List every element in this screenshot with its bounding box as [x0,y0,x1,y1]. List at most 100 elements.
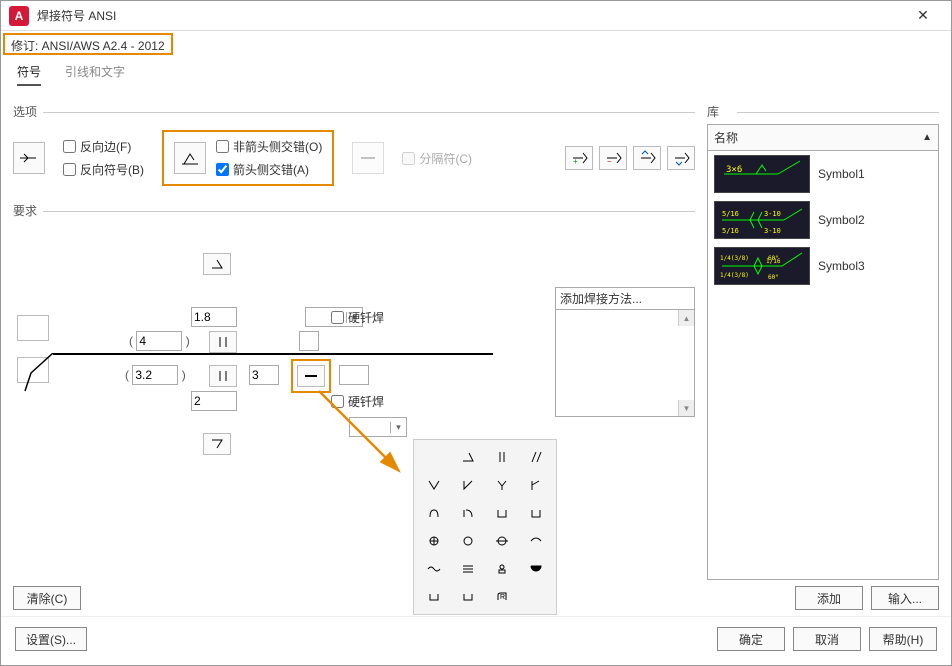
chk-braze-bottom[interactable]: 硬钎焊 [331,393,384,410]
sym-blank-last[interactable] [522,586,550,608]
sym-y[interactable] [488,474,516,496]
tail-up-button[interactable] [633,146,661,170]
combo-bottom[interactable]: ▾ [349,417,407,437]
settings-button[interactable]: 设置(S)... [15,627,87,651]
sym-parallel[interactable] [488,446,516,468]
library-item-name: Symbol1 [818,167,865,181]
spacer-icon[interactable] [352,142,384,174]
chk-braze-bottom-label: 硬钎焊 [348,393,384,410]
top-symbol-button[interactable] [203,253,231,275]
chk-stagger-other-label: 非箭头侧交错(O) [233,138,322,155]
sym-flare-bevel[interactable] [454,502,482,524]
sym-v[interactable] [420,474,448,496]
sym-square[interactable] [488,502,516,524]
ok-button[interactable]: 确定 [717,627,785,651]
sym-surfacing[interactable] [522,530,550,552]
sym-seam[interactable] [488,530,516,552]
tab-leader-text[interactable]: 引线和文字 [65,63,125,86]
sym-sq-groove2[interactable] [454,586,482,608]
identification-icon[interactable] [13,142,45,174]
chk-flip-symbol[interactable]: 反向符号(B) [63,161,144,178]
sym-r-groove[interactable]: R [488,586,516,608]
tail-remove-button[interactable]: − [599,146,627,170]
library-import-button[interactable]: 输入... [871,586,939,610]
chk-flip-side-box[interactable] [63,140,76,153]
chk-spacer: 分隔符(C) [402,150,472,167]
chk-stagger-arrow-label: 箭头侧交错(A) [233,161,309,178]
value-left1-input[interactable] [136,331,182,351]
library-add-button[interactable]: 添加 [795,586,863,610]
value-left2-input[interactable] [132,365,178,385]
add-process-button[interactable]: 添加焊接方法... [555,287,695,309]
sym-stud[interactable] [454,558,482,580]
chk-spacer-box [402,152,415,165]
contour-button-highlighted[interactable] [297,365,325,387]
titlebar: A 焊接符号 ANSI ✕ [1,1,951,31]
dash-icon [359,155,377,161]
sym-spot[interactable] [454,530,482,552]
chk-flip-side-label: 反向边(F) [80,138,131,155]
stagger-icon[interactable] [174,142,206,174]
svg-text:5/16: 5/16 [722,210,739,218]
scroll-up-icon[interactable]: ▲ [678,310,694,326]
sym-sq-groove[interactable] [420,586,448,608]
svg-text:3-10: 3-10 [764,210,781,218]
sym-melt-through[interactable] [522,558,550,580]
scroll-down-icon[interactable]: ▼ [678,400,694,416]
sym-square2[interactable] [522,502,550,524]
library-list[interactable]: 3×6 Symbol1 5/165/163-103-10 Symbol2 1/4… [707,151,939,580]
sym-plug[interactable] [420,530,448,552]
tail-down-button[interactable] [667,146,695,170]
sym-half-v[interactable] [454,474,482,496]
window-title: 焊接符号 ANSI [37,7,903,24]
svg-text:3-10: 3-10 [764,227,781,235]
svg-text:+: + [573,157,578,166]
sym-flare-v[interactable] [420,502,448,524]
left-box-top[interactable] [17,315,49,341]
sym-double-slash[interactable] [522,446,550,468]
library-item[interactable]: 3×6 Symbol1 [708,151,938,197]
chk-braze-top-box[interactable] [331,311,344,324]
leader-line [23,353,53,393]
chk-flip-side[interactable]: 反向边(F) [63,138,144,155]
empty-slot-above[interactable] [299,331,319,351]
stagger-btn-below[interactable] [209,365,237,387]
requirements-area: ▾ 硬钎焊 ( ) ( ) [13,223,695,616]
value-bottom-input[interactable] [191,391,237,411]
tab-symbol[interactable]: 符号 [17,63,41,86]
help-button[interactable]: 帮助(H) [869,627,937,651]
process-listbox[interactable]: ▲ ▼ [555,309,695,417]
sym-bevel[interactable] [454,446,482,468]
chk-stagger-arrow[interactable]: 箭头侧交错(A) [216,161,322,178]
sym-back[interactable] [488,558,516,580]
chk-stagger-other[interactable]: 非箭头侧交错(O) [216,138,322,155]
svg-text:1/4(3/8): 1/4(3/8) [720,272,749,279]
stagger-btn-above[interactable] [209,331,237,353]
chk-braze-top[interactable]: 硬钎焊 [331,309,384,326]
value-mid-input[interactable] [249,365,279,385]
close-icon[interactable]: ✕ [903,1,943,31]
value-top-input[interactable] [191,307,237,327]
sym-edge-flange[interactable] [420,558,448,580]
tab-bar: 符号 引线和文字 [1,55,951,91]
chk-braze-bottom-box[interactable] [331,395,344,408]
chk-stagger-other-box[interactable] [216,140,229,153]
library-item[interactable]: 5/165/163-103-10 Symbol2 [708,197,938,243]
cancel-button[interactable]: 取消 [793,627,861,651]
bottom-symbol-button[interactable] [203,433,231,455]
chk-flip-symbol-box[interactable] [63,163,76,176]
add-process-panel: 添加焊接方法... ▲ ▼ [555,287,695,417]
app-icon: A [9,6,29,26]
reference-line [53,353,493,355]
value-right-input[interactable] [339,365,369,385]
library-label: 库 [707,103,939,120]
options-label: 选项 [13,103,695,120]
sym-half-y[interactable] [522,474,550,496]
library-header[interactable]: 名称 ▲ [707,124,939,151]
library-col-name: 名称 [714,129,738,146]
clear-button[interactable]: 清除(C) [13,586,81,610]
chk-stagger-arrow-box[interactable] [216,163,229,176]
sym-none[interactable] [420,446,448,468]
library-item[interactable]: 1/4(3/8)1/4(3/8)60°1/1660° Symbol3 [708,243,938,289]
tail-add-button[interactable]: + [565,146,593,170]
